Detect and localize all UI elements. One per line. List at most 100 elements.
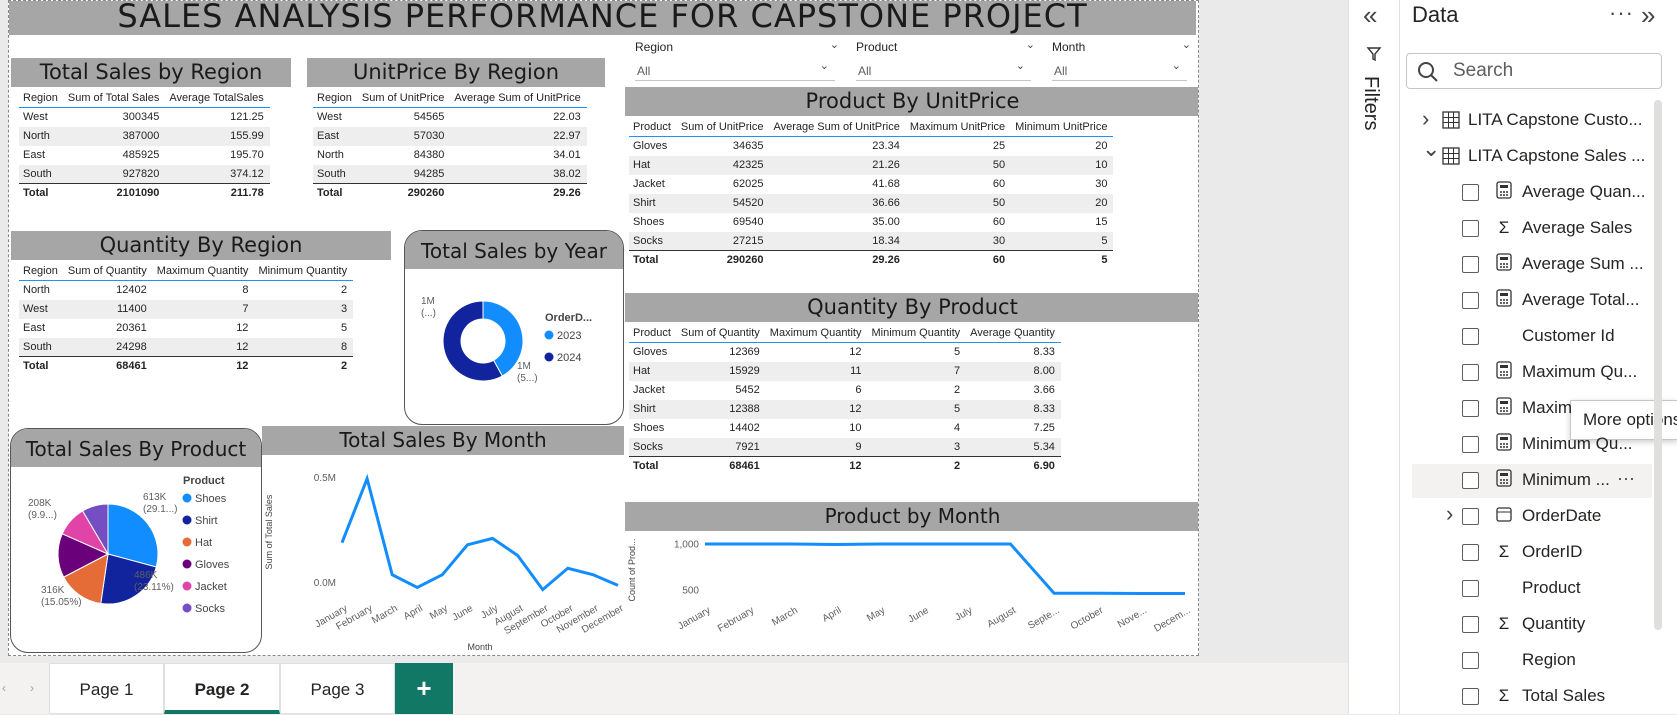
column-header[interactable]: Sum of Quantity bbox=[63, 262, 153, 281]
column-header[interactable]: Average Quantity bbox=[966, 324, 1061, 343]
field-checkbox[interactable] bbox=[1462, 220, 1479, 237]
table-node[interactable]: ⌄ LITA Capstone Sales ... bbox=[1400, 136, 1677, 174]
quantity-by-region-table[interactable]: Quantity By Region Region Sum of Quantity M… bbox=[11, 231, 404, 396]
field-row[interactable]: Σ OrderID bbox=[1400, 536, 1677, 570]
slicer-dropdown[interactable]: All ⌄ bbox=[1052, 60, 1187, 81]
field-checkbox[interactable] bbox=[1462, 292, 1479, 309]
field-checkbox[interactable] bbox=[1462, 580, 1479, 597]
field-checkbox[interactable] bbox=[1462, 256, 1479, 273]
field-row[interactable]: Average Sum ... bbox=[1400, 248, 1677, 282]
field-row[interactable]: Maximum Qu... bbox=[1400, 356, 1677, 390]
field-checkbox[interactable] bbox=[1462, 616, 1479, 633]
column-header[interactable]: Sum of Total Sales bbox=[63, 89, 166, 108]
field-row[interactable]: Maxim bbox=[1400, 392, 1677, 426]
slicer-dropdown[interactable]: All ⌄ bbox=[635, 60, 835, 81]
column-header[interactable]: Region bbox=[19, 89, 64, 108]
field-checkbox[interactable] bbox=[1462, 184, 1479, 201]
column-header[interactable]: Maximum Quantity bbox=[152, 262, 255, 281]
chevron-right-icon[interactable]: › bbox=[1422, 106, 1429, 132]
table-row: East 485925 195.70 bbox=[19, 146, 270, 165]
expand-pane-icon[interactable]: » bbox=[1641, 0, 1655, 31]
table-cell: Total bbox=[313, 183, 358, 203]
field-row[interactable]: Customer Id bbox=[1400, 320, 1677, 354]
product-by-month-chart[interactable]: Product by Month 1,000 500 January February M… bbox=[625, 502, 1198, 654]
field-checkbox[interactable] bbox=[1462, 472, 1479, 489]
column-header[interactable]: Average TotalSales bbox=[165, 89, 270, 108]
field-checkbox[interactable] bbox=[1462, 400, 1479, 417]
field-row[interactable]: Σ Average Sales bbox=[1400, 212, 1677, 246]
field-row[interactable]: Σ Quantity bbox=[1400, 608, 1677, 642]
table-row: Gloves 34635 23.34 25 20 bbox=[629, 137, 1113, 156]
scroll-right-icon[interactable]: › bbox=[30, 681, 34, 695]
field-checkbox[interactable] bbox=[1462, 544, 1479, 561]
slicer-dropdown[interactable]: All ⌄ bbox=[856, 60, 1031, 81]
search-input[interactable]: Search bbox=[1406, 53, 1662, 89]
column-header[interactable]: Sum of Quantity bbox=[676, 324, 766, 343]
legend-item[interactable]: Shirt bbox=[195, 515, 218, 527]
field-checkbox[interactable] bbox=[1462, 364, 1479, 381]
legend-item[interactable]: Socks bbox=[195, 603, 225, 615]
table-cell: 20 bbox=[1095, 140, 1108, 153]
quantity-by-product-table[interactable]: Quantity By Product Product Sum of Quantit… bbox=[625, 293, 1198, 493]
column-header[interactable]: Maximum Quantity bbox=[765, 324, 868, 343]
tab-page-3[interactable]: Page 3 bbox=[280, 663, 395, 714]
more-options-icon[interactable]: ··· bbox=[1617, 468, 1635, 489]
column-header[interactable]: Product bbox=[629, 118, 677, 137]
field-row[interactable]: › OrderDate bbox=[1400, 500, 1677, 534]
chevron-right-icon[interactable]: › bbox=[1446, 501, 1453, 527]
column-header[interactable]: Product bbox=[629, 324, 677, 343]
column-header[interactable]: Region bbox=[313, 89, 358, 108]
series-line[interactable] bbox=[705, 542, 1185, 595]
total-sales-by-year-chart[interactable]: Total Sales by Year OrderD... 2023 2024 1M (.… bbox=[404, 230, 624, 425]
table-cell: 60 bbox=[992, 178, 1006, 190]
field-row[interactable]: Average Total... bbox=[1400, 284, 1677, 318]
field-row[interactable]: Σ Total Sales bbox=[1400, 680, 1677, 714]
column-header[interactable]: Sum of UnitPrice bbox=[357, 89, 451, 108]
column-header[interactable]: Maximum UnitPrice bbox=[905, 118, 1012, 137]
column-header[interactable]: Minimum Quantity bbox=[254, 262, 354, 281]
field-checkbox[interactable] bbox=[1462, 328, 1479, 345]
legend-item[interactable]: Gloves bbox=[195, 559, 230, 571]
field-row[interactable]: Product bbox=[1400, 572, 1677, 606]
column-header[interactable]: Minimum UnitPrice bbox=[1011, 118, 1114, 137]
field-checkbox[interactable] bbox=[1462, 688, 1479, 705]
total-sales-by-region-table[interactable]: Total Sales by Region Region Sum of Total … bbox=[11, 58, 309, 223]
add-page-button[interactable]: + bbox=[395, 663, 453, 714]
collapse-icon[interactable]: « bbox=[1363, 0, 1377, 31]
field-checkbox[interactable] bbox=[1462, 508, 1479, 525]
field-row[interactable]: Region bbox=[1400, 644, 1677, 678]
column-header[interactable]: Region bbox=[19, 262, 64, 281]
legend-item[interactable]: Hat bbox=[195, 537, 212, 549]
field-checkbox[interactable] bbox=[1462, 652, 1479, 669]
field-row[interactable]: Minimum Qu... bbox=[1400, 428, 1677, 462]
unitprice-by-region-table[interactable]: UnitPrice By Region Region Sum of UnitPric… bbox=[307, 58, 627, 223]
product-slicer[interactable]: Product ⌄ All ⌄ bbox=[846, 34, 1041, 86]
region-slicer[interactable]: Region ⌄ All ⌄ bbox=[625, 34, 845, 86]
total-sales-by-month-chart[interactable]: Total Sales By Month 0.5M 0.0M January Febru… bbox=[262, 426, 624, 654]
legend-item[interactable]: 2024 bbox=[557, 352, 581, 364]
field-row[interactable]: Minimum ... ··· bbox=[1412, 464, 1652, 498]
chevron-down-icon[interactable]: ⌄ bbox=[1422, 136, 1440, 162]
x-tick-label: June bbox=[451, 603, 476, 624]
legend-item[interactable]: Shoes bbox=[195, 493, 227, 505]
column-header[interactable]: Minimum Quantity bbox=[867, 324, 967, 343]
filters-label[interactable]: Filters bbox=[1359, 76, 1382, 130]
column-header[interactable]: Average Sum of UnitPrice bbox=[450, 89, 587, 108]
sigma-icon: Σ bbox=[1498, 686, 1510, 705]
more-options-icon[interactable]: ··· bbox=[1609, 0, 1634, 26]
tab-page-1[interactable]: Page 1 bbox=[49, 663, 164, 714]
table-node[interactable]: › LITA Capstone Custo... bbox=[1400, 104, 1677, 138]
legend-marker bbox=[182, 559, 192, 569]
legend-item[interactable]: Jacket bbox=[195, 581, 227, 593]
field-checkbox[interactable] bbox=[1462, 436, 1479, 453]
legend-item[interactable]: 2023 bbox=[557, 330, 581, 342]
scroll-left-icon[interactable]: ‹ bbox=[2, 681, 6, 695]
series-line[interactable] bbox=[340, 473, 619, 592]
field-row[interactable]: Average Quan... bbox=[1400, 176, 1677, 210]
column-header[interactable]: Sum of UnitPrice bbox=[676, 118, 770, 137]
tab-page-2[interactable]: Page 2 bbox=[164, 663, 280, 714]
total-sales-by-product-chart[interactable]: Total Sales By Product Product Shoes Shirt H… bbox=[10, 428, 262, 653]
column-header[interactable]: Average Sum of UnitPrice bbox=[769, 118, 906, 137]
product-by-unitprice-table[interactable]: Product By UnitPrice Product Sum of UnitPr… bbox=[625, 87, 1198, 287]
month-slicer[interactable]: Month ⌄ All ⌄ bbox=[1042, 34, 1197, 86]
